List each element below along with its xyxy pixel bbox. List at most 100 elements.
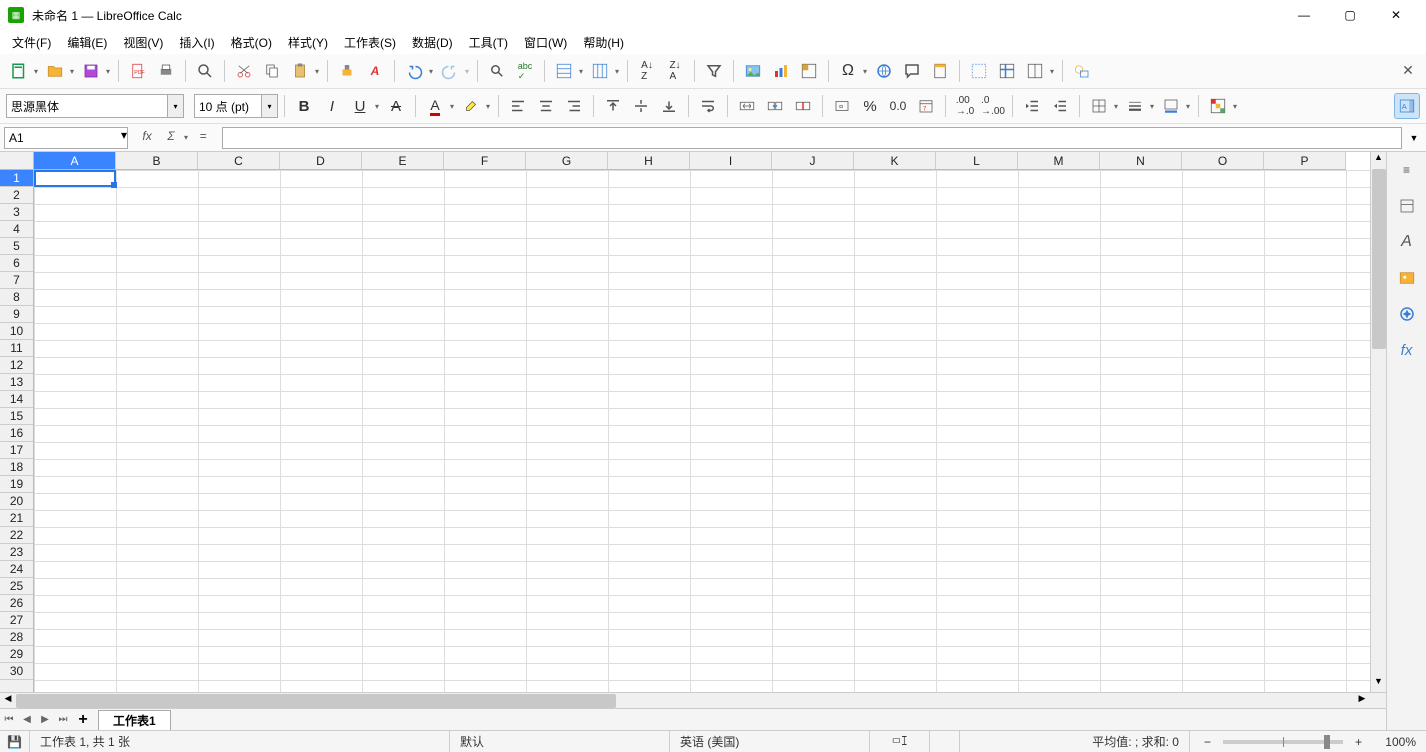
column-header-H[interactable]: H bbox=[608, 152, 690, 169]
column-header-M[interactable]: M bbox=[1018, 152, 1100, 169]
maximize-button[interactable]: ▢ bbox=[1336, 4, 1364, 26]
print-preview-button[interactable] bbox=[192, 58, 218, 84]
tab-next-button[interactable]: ▶ bbox=[36, 711, 54, 729]
insert-hyperlink-button[interactable] bbox=[871, 58, 897, 84]
highlight-color-button[interactable] bbox=[458, 93, 484, 119]
status-style[interactable]: 默认 bbox=[450, 731, 670, 752]
column-header-J[interactable]: J bbox=[772, 152, 854, 169]
show-draw-functions-button[interactable] bbox=[1069, 58, 1095, 84]
row-header-28[interactable]: 28 bbox=[0, 629, 33, 646]
sidebar-styles-icon[interactable]: A bbox=[1393, 228, 1421, 256]
insert-pivot-button[interactable] bbox=[796, 58, 822, 84]
tab-prev-button[interactable]: ◀ bbox=[18, 711, 36, 729]
column-header-E[interactable]: E bbox=[362, 152, 444, 169]
align-right-button[interactable] bbox=[561, 93, 587, 119]
redo-button[interactable] bbox=[437, 58, 463, 84]
close-button[interactable]: ✕ bbox=[1382, 4, 1410, 26]
row-header-22[interactable]: 22 bbox=[0, 527, 33, 544]
font-color-dropdown[interactable]: ▾ bbox=[448, 93, 456, 119]
tab-first-button[interactable]: ⏮ bbox=[0, 711, 18, 729]
insert-mode-indicator[interactable]: ▭ꕯ bbox=[870, 731, 930, 752]
font-size-input[interactable] bbox=[195, 95, 261, 117]
align-left-button[interactable] bbox=[505, 93, 531, 119]
cell-grid[interactable] bbox=[34, 170, 1370, 692]
menu-format[interactable]: 格式(O) bbox=[223, 31, 280, 54]
row-header-27[interactable]: 27 bbox=[0, 612, 33, 629]
percent-button[interactable]: % bbox=[857, 93, 883, 119]
column-header-N[interactable]: N bbox=[1100, 152, 1182, 169]
row-header-4[interactable]: 4 bbox=[0, 221, 33, 238]
row-header-10[interactable]: 10 bbox=[0, 323, 33, 340]
row-header-7[interactable]: 7 bbox=[0, 272, 33, 289]
sort-asc-button[interactable]: A↓Z bbox=[634, 58, 660, 84]
vertical-scroll-thumb[interactable] bbox=[1372, 169, 1386, 349]
menu-data[interactable]: 数据(D) bbox=[404, 31, 461, 54]
sidebar-navigator-icon[interactable] bbox=[1393, 300, 1421, 328]
font-size-combo[interactable]: ▾ bbox=[194, 94, 278, 118]
row-header-17[interactable]: 17 bbox=[0, 442, 33, 459]
find-button[interactable] bbox=[484, 58, 510, 84]
column-header-O[interactable]: O bbox=[1182, 152, 1264, 169]
decrease-indent-button[interactable] bbox=[1047, 93, 1073, 119]
new-button[interactable] bbox=[6, 58, 32, 84]
align-top-button[interactable] bbox=[600, 93, 626, 119]
borders-button[interactable] bbox=[1086, 93, 1112, 119]
conditional-format-button[interactable] bbox=[1205, 93, 1231, 119]
insert-special-char-button[interactable]: Ω bbox=[835, 58, 861, 84]
conditional-format-dropdown[interactable]: ▾ bbox=[1231, 93, 1239, 119]
border-style-dropdown[interactable]: ▾ bbox=[1148, 93, 1156, 119]
split-dropdown[interactable]: ▾ bbox=[1048, 58, 1056, 84]
row-header-11[interactable]: 11 bbox=[0, 340, 33, 357]
vertical-scrollbar[interactable]: ▲ ▼ bbox=[1370, 152, 1386, 692]
column-header-L[interactable]: L bbox=[936, 152, 1018, 169]
autofilter-button[interactable] bbox=[701, 58, 727, 84]
column-header-F[interactable]: F bbox=[444, 152, 526, 169]
select-all-corner[interactable] bbox=[0, 152, 34, 170]
row-header-1[interactable]: 1 bbox=[0, 170, 33, 187]
open-dropdown[interactable]: ▾ bbox=[68, 58, 76, 84]
row-header-19[interactable]: 19 bbox=[0, 476, 33, 493]
menu-tools[interactable]: 工具(T) bbox=[461, 31, 516, 54]
row-header-5[interactable]: 5 bbox=[0, 238, 33, 255]
paste-dropdown[interactable]: ▾ bbox=[313, 58, 321, 84]
status-aggregate[interactable]: 平均值: ; 求和: 0 bbox=[960, 731, 1190, 752]
number-format-button[interactable]: 0.0 bbox=[885, 93, 911, 119]
insert-chart-button[interactable] bbox=[768, 58, 794, 84]
currency-button[interactable]: ¤ bbox=[829, 93, 855, 119]
column-dropdown[interactable]: ▾ bbox=[613, 58, 621, 84]
menu-insert[interactable]: 插入(I) bbox=[171, 31, 222, 54]
row-header-8[interactable]: 8 bbox=[0, 289, 33, 306]
insert-comment-button[interactable] bbox=[899, 58, 925, 84]
headers-footers-button[interactable] bbox=[927, 58, 953, 84]
add-sheet-button[interactable]: + bbox=[72, 711, 94, 729]
sum-button[interactable]: Σ bbox=[160, 125, 182, 147]
row-header-12[interactable]: 12 bbox=[0, 357, 33, 374]
clone-formatting-button[interactable] bbox=[334, 58, 360, 84]
freeze-button[interactable] bbox=[994, 58, 1020, 84]
save-button[interactable] bbox=[78, 58, 104, 84]
cut-button[interactable] bbox=[231, 58, 257, 84]
zoom-in-button[interactable]: + bbox=[1351, 735, 1366, 749]
export-pdf-button[interactable]: PDF bbox=[125, 58, 151, 84]
save-dropdown[interactable]: ▾ bbox=[104, 58, 112, 84]
spellcheck-button[interactable]: abc✓ bbox=[512, 58, 538, 84]
row-header-29[interactable]: 29 bbox=[0, 646, 33, 663]
row-header-23[interactable]: 23 bbox=[0, 544, 33, 561]
border-style-button[interactable] bbox=[1122, 93, 1148, 119]
bold-button[interactable]: B bbox=[291, 93, 317, 119]
redo-dropdown[interactable]: ▾ bbox=[463, 58, 471, 84]
zoom-percent[interactable]: 100% bbox=[1376, 731, 1426, 752]
horizontal-scroll-thumb[interactable] bbox=[16, 694, 616, 708]
row-header-24[interactable]: 24 bbox=[0, 561, 33, 578]
menu-sheet[interactable]: 工作表(S) bbox=[336, 31, 404, 54]
font-color-button[interactable]: A bbox=[422, 93, 448, 119]
sum-dropdown[interactable]: ▾ bbox=[182, 125, 190, 151]
name-box-input[interactable] bbox=[5, 128, 121, 148]
row-header-3[interactable]: 3 bbox=[0, 204, 33, 221]
new-dropdown[interactable]: ▾ bbox=[32, 58, 40, 84]
row-dropdown[interactable]: ▾ bbox=[577, 58, 585, 84]
sidebar-menu-icon[interactable]: ≡ bbox=[1393, 156, 1421, 184]
row-header-25[interactable]: 25 bbox=[0, 578, 33, 595]
name-box-dropdown[interactable]: ▾ bbox=[121, 128, 127, 148]
open-button[interactable] bbox=[42, 58, 68, 84]
